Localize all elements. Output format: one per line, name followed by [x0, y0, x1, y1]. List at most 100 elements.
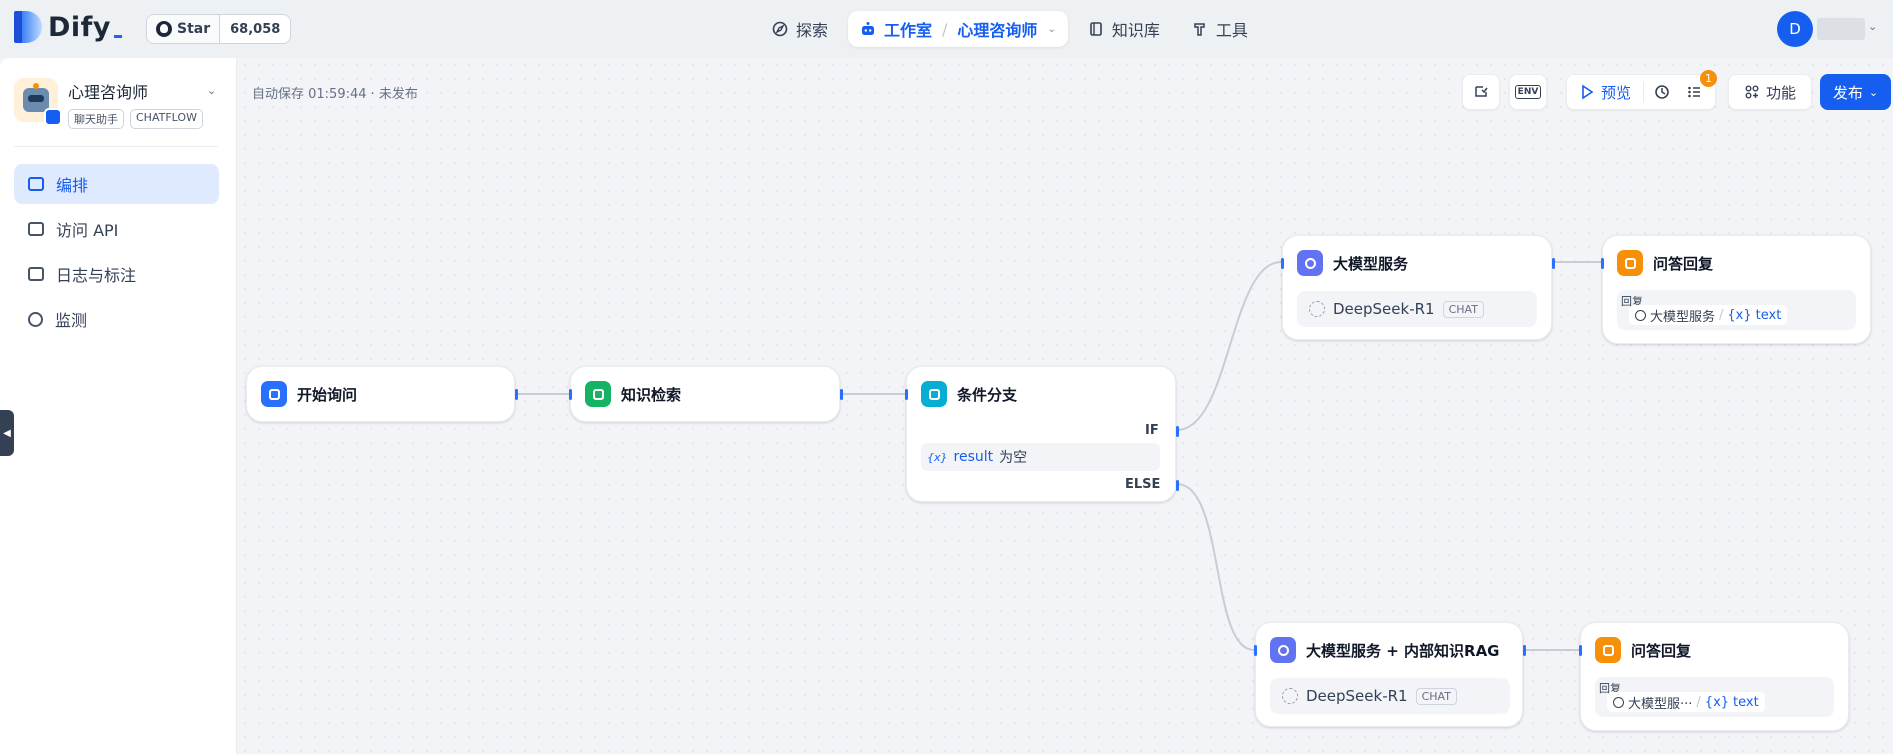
input-handle[interactable] [1579, 645, 1582, 656]
node-title: 问答回复 [1631, 641, 1692, 660]
top-bar: Dify Star 68,058 探索 工作室 / 心理咨询师 ⌄ 知识库 工具 [0, 0, 1893, 58]
node-start[interactable]: 开始询问 [246, 366, 518, 422]
llm-icon [1613, 696, 1624, 708]
sidebar-item-label: 监测 [55, 311, 88, 330]
book-icon [1090, 22, 1102, 36]
compass-icon [772, 21, 788, 37]
app-sidebar: 心理咨询师 聊天助手 CHATFLOW ⌄ 编排 访问 API 日志与标注 监测… [0, 58, 237, 754]
sidebar-item-api[interactable]: 访问 API [14, 209, 219, 249]
model-selector[interactable]: DeepSeek-R1 CHAT [1297, 291, 1537, 327]
nav-knowledge[interactable]: 知识库 [1076, 11, 1172, 47]
chatflow-badge-icon [44, 108, 62, 126]
file-list-icon [28, 267, 44, 281]
node-llm-2[interactable]: 大模型服务 + 内部知识RAG DeepSeek-R1 CHAT [1254, 622, 1526, 727]
features-label: 功能 [1765, 83, 1796, 102]
run-history-button[interactable] [1644, 84, 1680, 100]
nav-knowledge-label: 知识库 [1111, 21, 1160, 40]
layout-icon [28, 177, 44, 191]
dify-logo[interactable]: Dify [14, 11, 123, 43]
env-icon: ENV [1514, 85, 1542, 99]
model-selector[interactable]: DeepSeek-R1 CHAT [1270, 678, 1510, 714]
hammer-icon [1194, 23, 1205, 36]
condition-row: {x} result 为空 [921, 443, 1160, 471]
output-handle[interactable] [1552, 258, 1555, 269]
dify-logo-icon [14, 11, 42, 43]
node-knowledge-retrieval[interactable]: 知识检索 [569, 366, 843, 422]
user-name-redacted[interactable] [1817, 18, 1865, 40]
grid-plus-icon [1745, 85, 1759, 99]
sidebar-item-orchestrate[interactable]: 编排 [14, 164, 219, 204]
chevron-down-icon: ⌄ [1868, 85, 1879, 99]
deepseek-icon [1309, 301, 1325, 317]
book-open-icon [585, 381, 611, 407]
output-handle[interactable] [515, 389, 518, 400]
sidebar-item-logs[interactable]: 日志与标注 [14, 254, 219, 294]
sidebar-item-monitor[interactable]: 监测 [14, 299, 219, 339]
checklist-button[interactable] [1462, 74, 1500, 110]
input-handle[interactable] [905, 389, 908, 400]
autosave-status: 自动保存 01:59:44 · 未发布 [252, 87, 418, 102]
env-button[interactable]: ENV [1509, 74, 1547, 110]
variable-icon: {x} [1704, 694, 1730, 710]
nav-explore[interactable]: 探索 [760, 11, 840, 47]
app-mode-tag: CHATFLOW [130, 109, 203, 129]
variable-source: 大模型服务 [1650, 309, 1716, 325]
message-check-icon [1475, 86, 1488, 97]
answer-icon [1617, 250, 1643, 276]
current-app-selector[interactable]: 心理咨询师 [957, 17, 1037, 41]
output-handle[interactable] [840, 389, 843, 400]
chevron-down-icon[interactable]: ⌄ [207, 84, 216, 97]
publish-label: 发布 [1832, 83, 1863, 102]
nav-studio[interactable]: 工作室 / 心理咨询师 ⌄ [848, 11, 1068, 47]
terminal-icon [28, 222, 44, 236]
chevron-down-icon: ⌄ [1047, 23, 1056, 35]
robot-icon [862, 22, 875, 35]
node-answer-1[interactable]: 问答回复 回复 大模型服务 / {x} text [1601, 235, 1871, 344]
condition-variable: result [953, 449, 994, 465]
features-button[interactable]: 功能 [1728, 74, 1812, 110]
app-type-tag: 聊天助手 [68, 109, 124, 129]
llm-icon [1297, 250, 1323, 276]
variable-reference: 大模型服务 / {x} text [1629, 305, 1788, 325]
nav-tools[interactable]: 工具 [1180, 11, 1260, 47]
input-handle[interactable] [1254, 645, 1257, 656]
reply-content: 回复 大模型服··· / {x} text [1595, 677, 1834, 717]
gauge-icon [28, 311, 43, 327]
github-icon [156, 21, 172, 37]
list-check-icon [1688, 86, 1701, 98]
preview-button[interactable]: 预览 [1567, 82, 1645, 102]
logo-text: Dify [48, 11, 112, 43]
publish-button[interactable]: 发布 ⌄ [1820, 74, 1891, 110]
sidebar-item-label: 日志与标注 [56, 266, 137, 285]
output-handle[interactable] [1523, 645, 1526, 656]
app-info[interactable]: 心理咨询师 聊天助手 CHATFLOW [14, 78, 203, 129]
if-output-handle[interactable] [1176, 426, 1179, 437]
github-star-button[interactable]: Star 68,058 [146, 14, 292, 44]
answer-icon [1595, 637, 1621, 663]
model-name: DeepSeek-R1 [1306, 687, 1408, 705]
main-nav: 探索 工作室 / 心理咨询师 ⌄ 知识库 工具 [760, 10, 1260, 48]
collapse-sidebar-button[interactable]: ◀ [0, 410, 14, 456]
run-toolbar: 预览 [1566, 74, 1716, 110]
node-answer-2[interactable]: 问答回复 回复 大模型服··· / {x} text [1579, 622, 1849, 731]
input-handle[interactable] [569, 389, 572, 400]
github-star-count: 68,058 [230, 21, 281, 37]
else-output-handle[interactable] [1176, 480, 1179, 491]
user-avatar[interactable]: D [1777, 11, 1813, 47]
node-llm-1[interactable]: 大模型服务 DeepSeek-R1 CHAT [1281, 235, 1555, 340]
deepseek-icon [1282, 688, 1298, 704]
sidebar-item-label: 访问 API [56, 221, 119, 240]
reply-content: 回复 大模型服务 / {x} text [1617, 290, 1856, 330]
node-if-else[interactable]: 条件分支 IF {x} result 为空 ELSE [905, 366, 1179, 502]
input-handle[interactable] [1281, 258, 1284, 269]
nav-separator: / [942, 19, 948, 39]
node-title: 大模型服务 [1333, 254, 1409, 273]
home-icon [261, 381, 287, 407]
variable-reference: 大模型服··· / {x} text [1607, 692, 1765, 712]
history-icon [1655, 85, 1669, 99]
chevron-down-icon[interactable]: ⌄ [1868, 20, 1877, 33]
checklist-panel-button[interactable] [1680, 84, 1708, 100]
model-name: DeepSeek-R1 [1333, 300, 1435, 318]
github-star-label: Star [177, 21, 211, 37]
input-handle[interactable] [1601, 258, 1604, 269]
